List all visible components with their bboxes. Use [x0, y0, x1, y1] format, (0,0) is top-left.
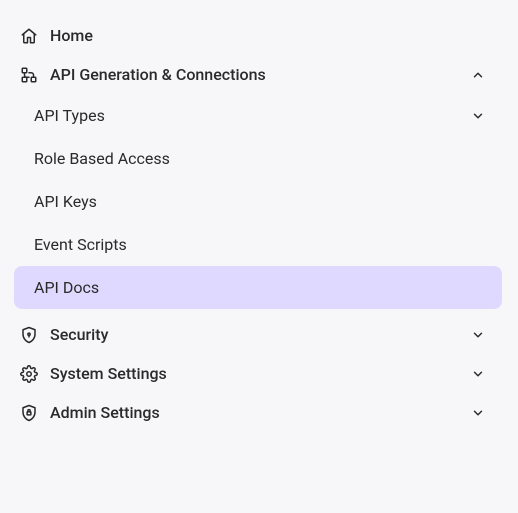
chevron-down-icon [470, 366, 486, 382]
subnav-api-types-label: API Types [34, 106, 458, 125]
nav-security-label: Security [50, 325, 458, 344]
gear-icon [20, 365, 38, 383]
chevron-up-icon [470, 67, 486, 83]
chevron-down-icon [470, 405, 486, 421]
sidebar-nav: Home API Generation & Connections API Ty… [0, 0, 518, 448]
subnav-event-scripts-label: Event Scripts [34, 235, 486, 254]
subnav-api-keys[interactable]: API Keys [14, 180, 502, 223]
nav-system-settings-label: System Settings [50, 364, 458, 383]
home-icon [20, 27, 38, 45]
nav-api-generation-label: API Generation & Connections [50, 65, 458, 84]
shield-icon [20, 326, 38, 344]
connections-icon [20, 66, 38, 84]
nav-security[interactable]: Security [0, 315, 502, 354]
subnav-api-docs[interactable]: API Docs [14, 266, 502, 309]
subnav-role-based-access[interactable]: Role Based Access [14, 137, 502, 180]
subnav-api-docs-label: API Docs [34, 278, 486, 297]
nav-home[interactable]: Home [0, 16, 502, 55]
shield-lock-icon [20, 404, 38, 422]
subnav-api-generation: API Types Role Based Access API Keys Eve… [0, 94, 502, 309]
nav-system-settings[interactable]: System Settings [0, 354, 502, 393]
nav-admin-settings[interactable]: Admin Settings [0, 393, 502, 432]
subnav-api-types[interactable]: API Types [14, 94, 502, 137]
subnav-role-label: Role Based Access [34, 149, 486, 168]
nav-home-label: Home [50, 26, 486, 45]
nav-admin-settings-label: Admin Settings [50, 403, 458, 422]
subnav-api-keys-label: API Keys [34, 192, 486, 211]
chevron-down-icon [470, 108, 486, 124]
nav-api-generation[interactable]: API Generation & Connections [0, 55, 502, 94]
subnav-event-scripts[interactable]: Event Scripts [14, 223, 502, 266]
chevron-down-icon [470, 327, 486, 343]
